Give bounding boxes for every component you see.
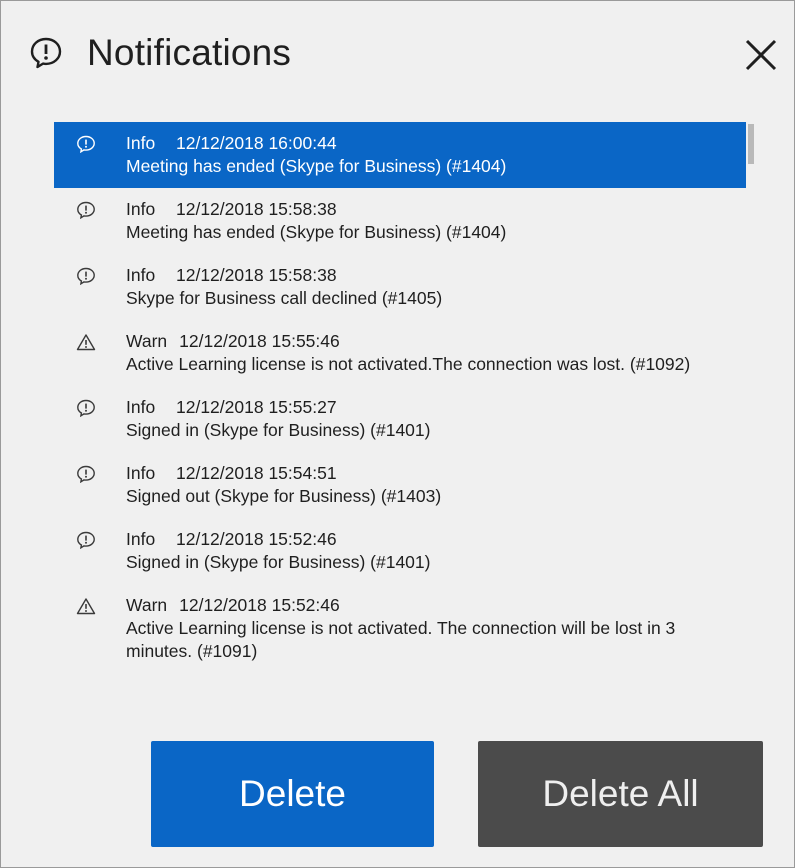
notification-meta: Warn 12/12/2018 15:52:46: [126, 594, 746, 617]
notification-meta: Info 12/12/2018 15:58:38: [126, 198, 746, 221]
info-icon: [76, 135, 96, 154]
delete-button[interactable]: Delete: [151, 741, 434, 847]
notification-timestamp: 12/12/2018 15:54:51: [176, 463, 337, 483]
notification-timestamp: 12/12/2018 15:52:46: [179, 595, 340, 615]
notification-level: Info: [126, 199, 156, 219]
scrollbar[interactable]: [748, 124, 754, 712]
notification-item[interactable]: Info 12/12/2018 15:52:46 Signed in (Skype …: [54, 518, 746, 584]
notification-level: Info: [126, 397, 156, 417]
notification-item[interactable]: Info 12/12/2018 16:00:44 Meeting has ended…: [54, 122, 746, 188]
notification-message: Meeting has ended (Skype for Business) (…: [126, 222, 507, 242]
info-icon: [76, 267, 96, 286]
notification-item[interactable]: Warn 12/12/2018 15:52:46 Active Learning l…: [54, 584, 746, 673]
notification-timestamp: 12/12/2018 15:58:38: [176, 265, 337, 285]
notification-message: Active Learning license is not activated…: [126, 618, 676, 661]
notification-message: Signed in (Skype for Business) (#1401): [126, 552, 431, 572]
notification-level: Warn: [126, 595, 168, 615]
dialog-header: Notifications: [1, 1, 794, 111]
notification-level: Info: [126, 463, 156, 483]
notification-level: Info: [126, 529, 156, 549]
notification-timestamp: 12/12/2018 15:55:27: [176, 397, 337, 417]
notification-timestamp: 12/12/2018 15:58:38: [176, 199, 337, 219]
notification-item[interactable]: Info 12/12/2018 15:58:38 Meeting has ended…: [54, 188, 746, 254]
notification-meta: Info 12/12/2018 16:00:44: [126, 132, 746, 155]
notification-timestamp: 12/12/2018 16:00:44: [176, 133, 337, 153]
notification-list[interactable]: Info 12/12/2018 16:00:44 Meeting has ended…: [54, 122, 759, 714]
notification-message: Signed in (Skype for Business) (#1401): [126, 420, 431, 440]
notification-level: Info: [126, 265, 156, 285]
scrollbar-thumb[interactable]: [748, 124, 754, 164]
notification-meta: Info 12/12/2018 15:58:38: [126, 264, 746, 287]
warning-icon: [76, 597, 96, 615]
info-icon: [76, 399, 96, 418]
notification-message: Skype for Business call declined (#1405): [126, 288, 443, 308]
notifications-dialog: Notifications Info 12/12/2018 16:00:44 Mee…: [0, 0, 795, 868]
delete-all-button[interactable]: Delete All: [478, 741, 763, 847]
notification-timestamp: 12/12/2018 15:55:46: [179, 331, 340, 351]
notification-item[interactable]: Warn 12/12/2018 15:55:46 Active Learning l…: [54, 320, 746, 386]
notification-level: Info: [126, 133, 156, 153]
warning-icon: [76, 333, 96, 351]
notification-item[interactable]: Info 12/12/2018 15:58:38 Skype for Busines…: [54, 254, 746, 320]
info-speech-icon: [29, 36, 63, 70]
notification-message: Meeting has ended (Skype for Business) (…: [126, 156, 507, 176]
info-icon: [76, 201, 96, 220]
notification-message: Signed out (Skype for Business) (#1403): [126, 486, 442, 506]
notification-level: Warn: [126, 331, 168, 351]
close-icon[interactable]: [741, 35, 781, 75]
notification-meta: Info 12/12/2018 15:55:27: [126, 396, 746, 419]
dialog-title: Notifications: [87, 32, 292, 73]
info-icon: [76, 531, 96, 550]
info-icon: [76, 465, 96, 484]
notification-meta: Warn 12/12/2018 15:55:46: [126, 330, 746, 353]
notification-meta: Info 12/12/2018 15:52:46: [126, 528, 746, 551]
notification-meta: Info 12/12/2018 15:54:51: [126, 462, 746, 485]
notification-item[interactable]: Info 12/12/2018 15:55:27 Signed in (Skype …: [54, 386, 746, 452]
notification-timestamp: 12/12/2018 15:52:46: [176, 529, 337, 549]
notification-item[interactable]: Info 12/12/2018 15:54:51 Signed out (Skype…: [54, 452, 746, 518]
notification-message: Active Learning license is not activated…: [126, 354, 691, 374]
